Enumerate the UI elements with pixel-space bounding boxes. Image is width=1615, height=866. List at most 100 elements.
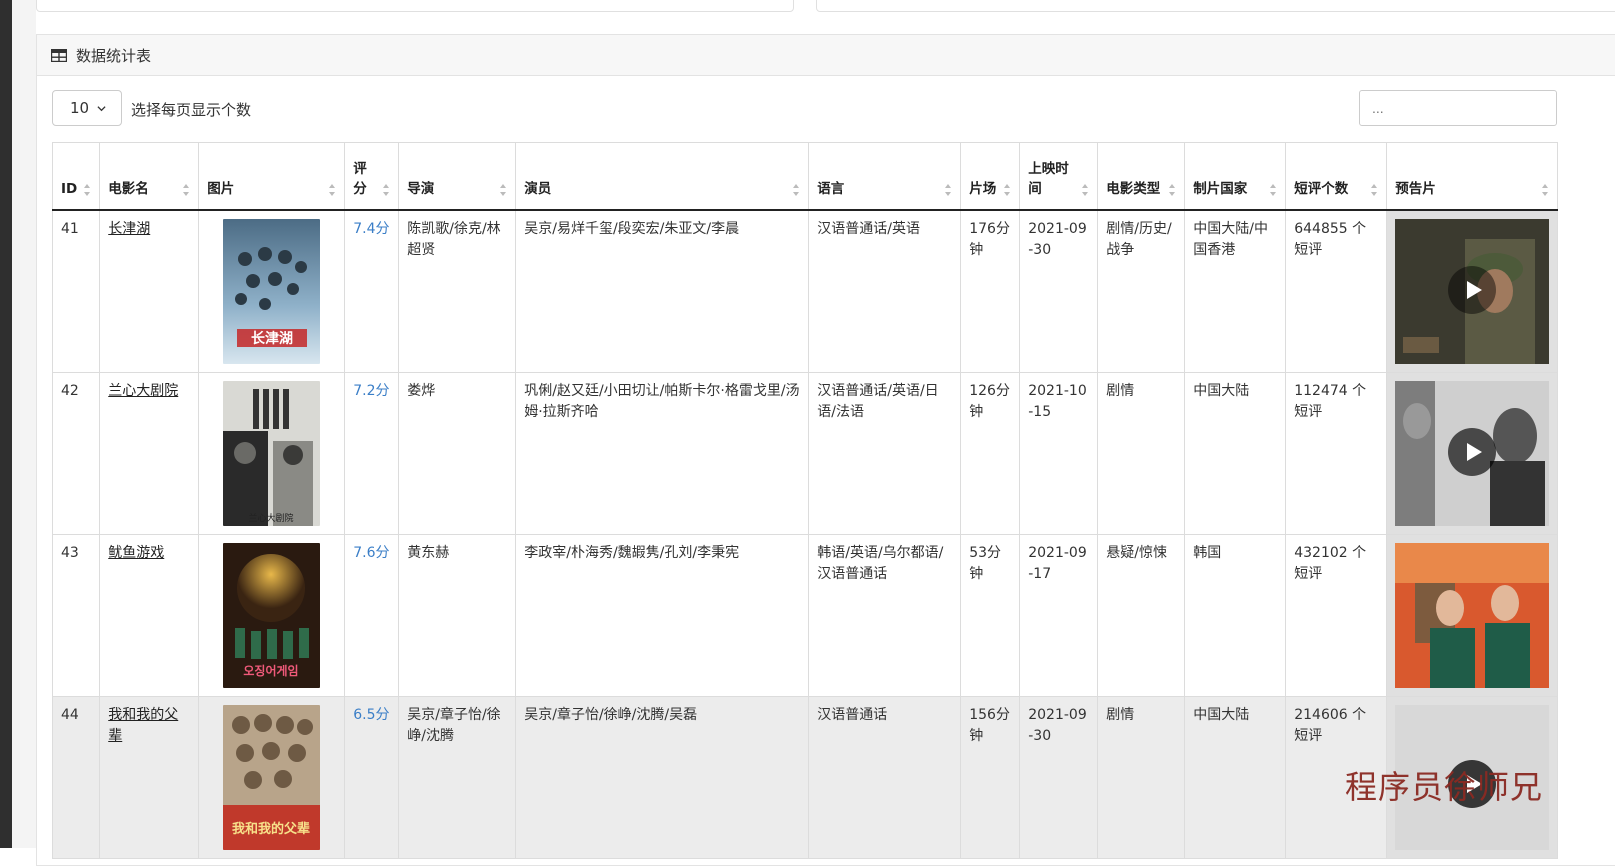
data-table-panel: 数据统计表 10 选择每页显示个数 ID 电影名 图片 评分 导演 — [36, 34, 1615, 866]
cell-trailer — [1386, 534, 1559, 697]
table-icon — [51, 48, 67, 62]
table-header-row: ID 电影名 图片 评分 导演 演员 语言 片场 上映时间 电影类型 制片国家 … — [51, 142, 1559, 211]
cell-country: 韩国 — [1184, 534, 1287, 697]
play-icon — [1448, 266, 1497, 314]
cell-poster: 长津湖 — [198, 209, 346, 373]
sort-icon — [383, 184, 390, 196]
sort-icon — [500, 184, 507, 196]
cell-genre: 悬疑/惊悚 — [1097, 534, 1186, 697]
cell-name: 兰心大剧院 — [99, 372, 200, 535]
cell-score: 7.6分 — [344, 534, 400, 697]
cell-release: 2021-09-30 — [1019, 209, 1099, 373]
cell-trailer — [1386, 209, 1559, 373]
movie-link[interactable]: 长津湖 — [108, 221, 150, 237]
watermark: 程序员徐师兄 — [1345, 768, 1544, 806]
cell-duration: 53分钟 — [960, 534, 1021, 697]
cell-duration: 176分钟 — [960, 209, 1021, 373]
cell-trailer — [1386, 372, 1559, 535]
cell-reviews: 432102 个短评 — [1285, 534, 1388, 697]
top-card-right — [816, 0, 1615, 12]
movie-link[interactable]: 我和我的父辈 — [108, 707, 178, 744]
cell-actors: 吴京/易烊千玺/段奕宏/朱亚文/李晨 — [515, 209, 810, 373]
sort-icon — [1542, 184, 1549, 196]
page-size-label: 选择每页显示个数 — [131, 101, 252, 119]
col-id[interactable]: ID — [51, 142, 101, 211]
cell-score: 7.4分 — [344, 209, 400, 373]
cell-genre: 剧情 — [1097, 696, 1186, 859]
cell-reviews: 644855 个短评 — [1285, 209, 1388, 373]
col-reviews[interactable]: 短评个数 — [1285, 142, 1388, 211]
cell-poster: 오징어게임 — [198, 534, 346, 697]
col-actors[interactable]: 演员 — [515, 142, 810, 211]
cell-country: 中国大陆 — [1184, 372, 1287, 535]
cell-reviews: 112474 个短评 — [1285, 372, 1388, 535]
col-poster[interactable]: 图片 — [198, 142, 346, 211]
cell-release: 2021-10-15 — [1019, 372, 1099, 535]
poster-image: 오징어게임 — [223, 543, 321, 688]
cell-id: 42 — [51, 372, 101, 535]
cell-director: 黄东赫 — [398, 534, 517, 697]
cell-name: 我和我的父辈 — [99, 696, 200, 859]
table-row: 41 长津湖 长津湖 7.4分 陈凯歌/徐克/林超贤 吴京/易烊千玺/段奕宏/朱… — [51, 209, 1559, 373]
col-score[interactable]: 评分 — [344, 142, 400, 211]
col-genre[interactable]: 电影类型 — [1097, 142, 1186, 211]
cell-id: 43 — [51, 534, 101, 697]
window-edge — [0, 0, 12, 848]
cell-score: 6.5分 — [344, 696, 400, 859]
cell-poster: 我和我的父辈 — [198, 696, 346, 859]
cell-name: 长津湖 — [99, 209, 200, 373]
panel-title: 数据统计表 — [76, 46, 152, 65]
trailer-video[interactable] — [1395, 381, 1550, 526]
top-card-left — [36, 0, 794, 12]
col-country[interactable]: 制片国家 — [1184, 142, 1287, 211]
cell-country: 中国大陆 — [1184, 696, 1287, 859]
sort-icon — [1371, 184, 1378, 196]
chevron-down-icon — [97, 105, 106, 111]
cell-actors: 巩俐/赵又廷/小田切让/帕斯卡尔·格雷戈里/汤姆·拉斯齐哈 — [515, 372, 810, 535]
page-size-select[interactable]: 10 — [52, 90, 122, 126]
col-duration[interactable]: 片场 — [960, 142, 1021, 211]
cell-genre: 剧情 — [1097, 372, 1186, 535]
sort-icon — [945, 184, 952, 196]
table-row: 43 鱿鱼游戏 오징어게임 7.6分 黄东赫 李政宰/朴海秀/魏嘏隽/孔刘/李秉… — [51, 534, 1559, 697]
col-release[interactable]: 上映时间 — [1019, 142, 1099, 211]
col-language[interactable]: 语言 — [808, 142, 962, 211]
cell-score: 7.2分 — [344, 372, 400, 535]
sort-icon — [1004, 184, 1011, 196]
movie-link[interactable]: 兰心大剧院 — [108, 383, 178, 399]
poster-title: 오징어게임 — [244, 663, 299, 678]
trailer-video[interactable] — [1395, 543, 1550, 688]
sort-icon — [84, 184, 91, 196]
cell-actors: 李政宰/朴海秀/魏嘏隽/孔刘/李秉宪 — [515, 534, 810, 697]
trailer-video[interactable] — [1395, 219, 1550, 364]
sort-icon — [793, 184, 800, 196]
cell-name: 鱿鱼游戏 — [99, 534, 200, 697]
cell-id: 41 — [51, 209, 101, 373]
col-director[interactable]: 导演 — [398, 142, 517, 211]
play-icon — [1448, 428, 1497, 476]
search-input[interactable] — [1359, 90, 1557, 126]
col-trailer[interactable]: 预告片 — [1386, 142, 1559, 211]
cell-genre: 剧情/历史/战争 — [1097, 209, 1186, 373]
poster-title: 兰心大剧院 — [249, 512, 294, 524]
poster-title: 我和我的父辈 — [232, 821, 310, 837]
cell-release: 2021-09-30 — [1019, 696, 1099, 859]
poster-image: 长津湖 — [223, 219, 321, 364]
cell-language: 汉语普通话/英语/日语/法语 — [808, 372, 962, 535]
cell-duration: 126分钟 — [960, 372, 1021, 535]
poster-title: 长津湖 — [251, 330, 293, 347]
cell-language: 汉语普通话 — [808, 696, 962, 859]
page-size-value: 10 — [70, 99, 90, 117]
movie-link[interactable]: 鱿鱼游戏 — [108, 545, 164, 561]
cell-director: 陈凯歌/徐克/林超贤 — [398, 209, 517, 373]
table-row: 44 我和我的父辈 我和我的父辈 6.5分 吴京/章子怡/徐峥/沈腾 吴京/章子… — [51, 696, 1559, 859]
col-name[interactable]: 电影名 — [99, 142, 200, 211]
cell-duration: 156分钟 — [960, 696, 1021, 859]
cell-release: 2021-09-17 — [1019, 534, 1099, 697]
cell-language: 汉语普通话/英语 — [808, 209, 962, 373]
poster-image: 兰心大剧院 — [223, 381, 321, 526]
sort-icon — [183, 184, 190, 196]
sort-icon — [1082, 184, 1089, 196]
sort-icon — [1270, 184, 1277, 196]
sort-icon — [1169, 184, 1176, 196]
